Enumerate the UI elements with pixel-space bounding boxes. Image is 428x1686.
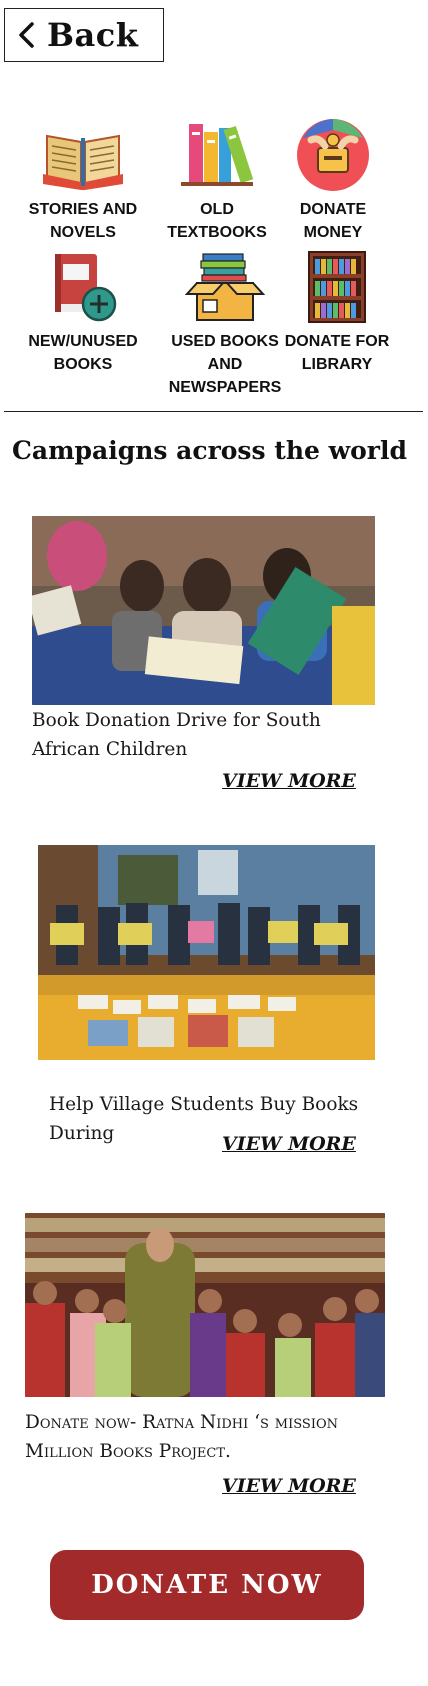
book-box-icon [184, 253, 266, 321]
campaign-photo-million-books [25, 1213, 385, 1397]
category-old-textbooks[interactable]: OLD TEXTBOOKS [152, 118, 282, 244]
category-label: OLD TEXTBOOKS [167, 201, 267, 241]
book-stack-icon [181, 124, 254, 186]
donate-now-button[interactable]: DONATE NOW [50, 1550, 364, 1620]
category-new-unused-books[interactable]: NEW/UNUSED BOOKS [18, 250, 148, 376]
view-more-link[interactable]: VIEW MORE [222, 1475, 356, 1497]
campaign-photo-children-reading [32, 516, 375, 705]
campaign-caption: Donate now- Ratna Nidhi ‘s mission Milli… [25, 1412, 338, 1462]
view-more-link[interactable]: VIEW MORE [222, 770, 356, 792]
add-book-icon [55, 254, 117, 322]
category-label: USED BOOKS AND NEWSPAPERS [168, 333, 282, 396]
campaigns-title: Campaigns across the world [12, 436, 407, 465]
category-used-books-newspapers[interactable]: USED BOOKS AND NEWSPAPERS [160, 250, 290, 399]
category-donate-money[interactable]: DONATE MONEY [268, 118, 398, 244]
bookshelf-icon [308, 251, 366, 323]
section-divider [4, 411, 423, 412]
category-stories-novels[interactable]: STORIES AND NOVELS [18, 118, 148, 244]
view-more-link[interactable]: VIEW MORE [222, 1133, 356, 1155]
category-donate-library[interactable]: DONATE FOR LIBRARY [272, 250, 402, 376]
campaign-caption: Book Donation Drive for South African Ch… [32, 710, 321, 760]
category-label: NEW/UNUSED BOOKS [28, 333, 138, 373]
campaign-photo-village-students [38, 845, 375, 1060]
chevron-left-icon [19, 22, 34, 48]
category-label: DONATE FOR LIBRARY [284, 333, 390, 373]
category-label: STORIES AND NOVELS [28, 201, 138, 241]
back-button[interactable]: Back [4, 8, 164, 62]
open-book-icon [43, 134, 123, 190]
category-label: DONATE MONEY [299, 201, 367, 241]
donate-money-icon [297, 119, 369, 191]
back-label: Back [47, 16, 139, 54]
